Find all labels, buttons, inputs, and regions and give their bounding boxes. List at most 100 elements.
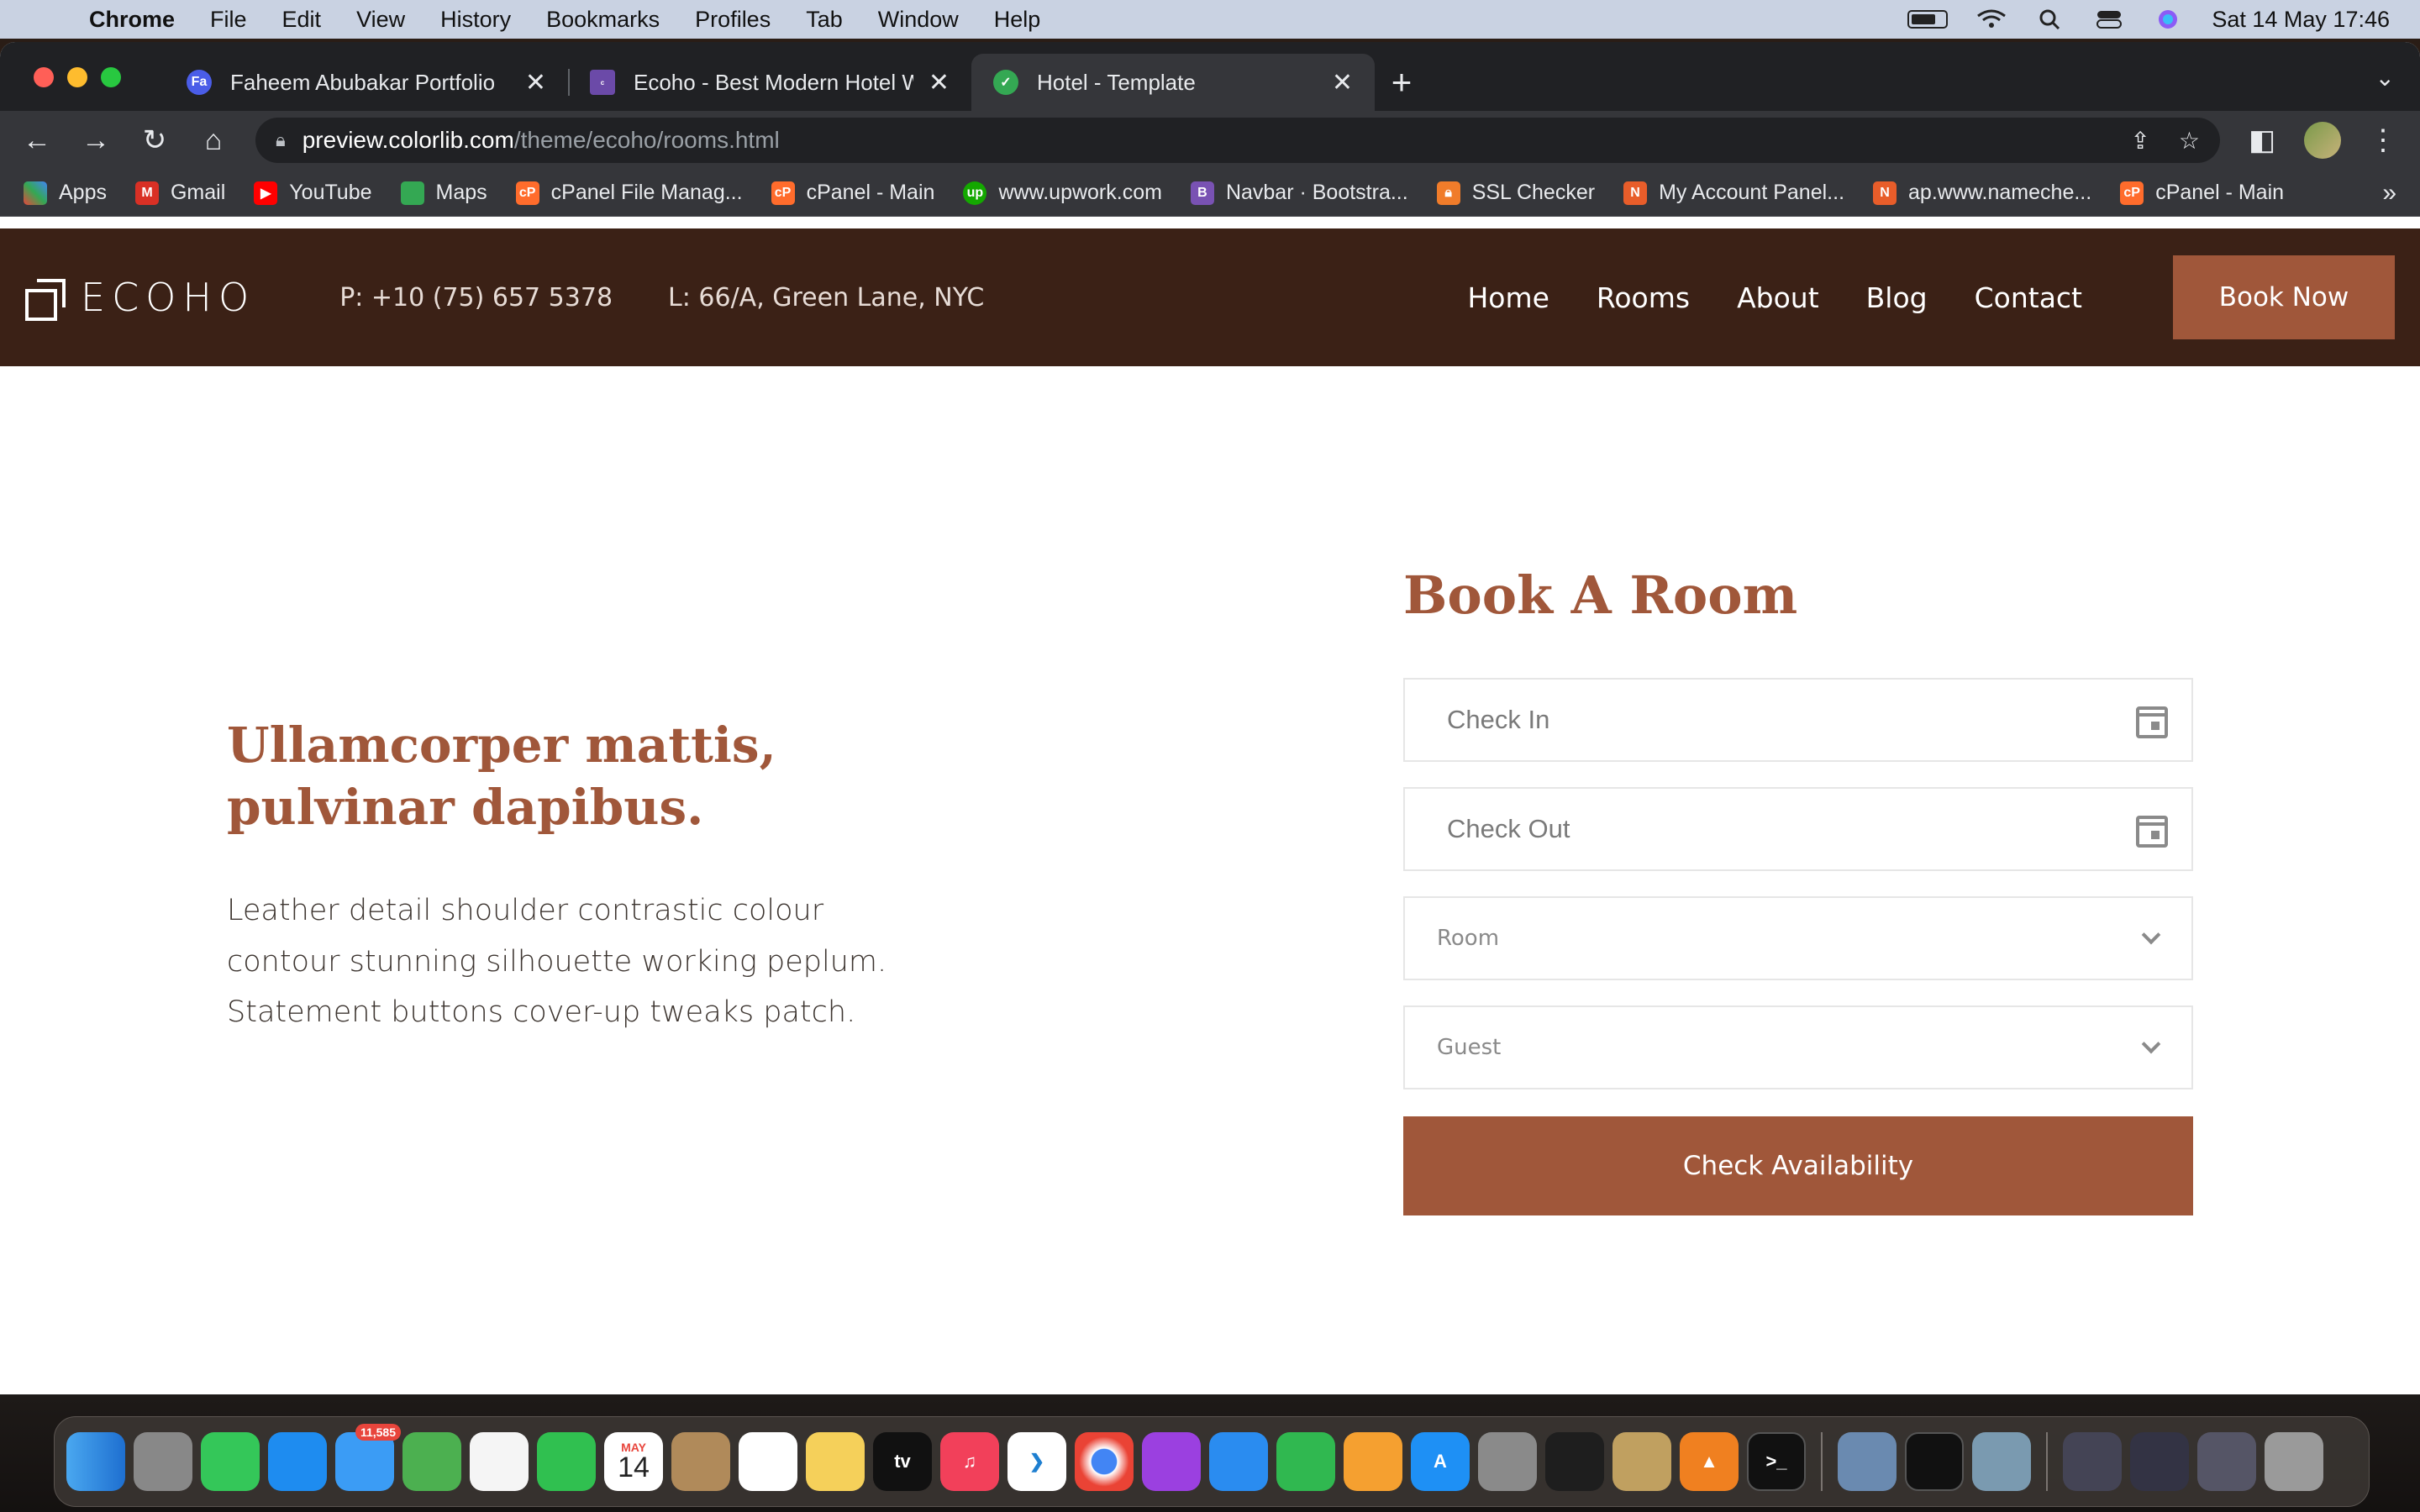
reload-button[interactable]: ↻: [138, 123, 171, 157]
terminal-icon[interactable]: >_: [1747, 1432, 1806, 1491]
reminders-icon[interactable]: [739, 1432, 797, 1491]
safari-icon[interactable]: [268, 1432, 327, 1491]
numbers-icon[interactable]: [1276, 1432, 1335, 1491]
forward-button[interactable]: →: [79, 123, 113, 157]
vlc-icon[interactable]: ▲: [1680, 1432, 1739, 1491]
lock-icon[interactable]: 🔒︎: [276, 129, 286, 151]
bookmark-namecheap[interactable]: Nap.www.nameche...: [1873, 181, 2091, 205]
close-window-button[interactable]: [34, 67, 54, 87]
trash-icon[interactable]: [2265, 1432, 2323, 1491]
wifi-icon[interactable]: [1976, 9, 2007, 29]
menu-profiles[interactable]: Profiles: [695, 7, 771, 33]
bookmark-maps[interactable]: Maps: [400, 181, 487, 205]
calendar-icon[interactable]: MAY 14: [604, 1432, 663, 1491]
menu-bookmarks[interactable]: Bookmarks: [546, 7, 660, 33]
bookmark-apps[interactable]: Apps: [24, 181, 107, 205]
keynote-icon[interactable]: [1209, 1432, 1268, 1491]
nav-about[interactable]: About: [1737, 281, 1819, 314]
app-store-icon[interactable]: A: [1411, 1432, 1470, 1491]
minimized-window-icon[interactable]: [2063, 1432, 2122, 1491]
book-now-button[interactable]: Book Now: [2173, 255, 2395, 339]
room-select[interactable]: Room: [1403, 896, 2193, 980]
share-icon[interactable]: ⇪: [2130, 127, 2149, 155]
back-button[interactable]: ←: [20, 123, 54, 157]
nav-home[interactable]: Home: [1467, 281, 1549, 314]
close-tab-icon[interactable]: ✕: [1332, 68, 1353, 97]
address-bar[interactable]: 🔒︎ preview.colorlib.com/theme/ecoho/room…: [255, 118, 2220, 163]
nav-rooms[interactable]: Rooms: [1597, 281, 1690, 314]
tab-ecoho[interactable]: c Ecoho - Best Modern Hotel We ✕: [568, 54, 971, 111]
figma-icon[interactable]: [1545, 1432, 1604, 1491]
bookmark-bootstrap-navbar[interactable]: B Navbar · Bootstra...: [1190, 181, 1408, 205]
check-availability-button[interactable]: Check Availability: [1403, 1116, 2193, 1215]
tab-portfolio[interactable]: Fa Faheem Abubakar Portfolio ✕: [165, 54, 568, 111]
menu-view[interactable]: View: [356, 7, 405, 33]
bookmark-ssl-checker[interactable]: 🔒︎ SSL Checker: [1436, 181, 1595, 205]
menu-history[interactable]: History: [440, 7, 511, 33]
bookmark-star-icon[interactable]: ☆: [2179, 127, 2200, 155]
home-button[interactable]: ⌂: [197, 123, 230, 157]
activity-monitor-icon[interactable]: [1905, 1432, 1964, 1491]
calendar-icon[interactable]: [2136, 816, 2168, 848]
mail-icon[interactable]: 11,585: [335, 1424, 401, 1491]
siri-icon[interactable]: [2153, 9, 2183, 29]
facetime-icon[interactable]: [537, 1432, 596, 1491]
minimized-window-icon[interactable]: [2197, 1432, 2256, 1491]
new-tab-button[interactable]: +: [1375, 54, 1428, 111]
music-icon[interactable]: ♫: [940, 1432, 999, 1491]
contacts-icon[interactable]: [671, 1432, 730, 1491]
menu-window[interactable]: Window: [878, 7, 959, 33]
pages-icon[interactable]: [1344, 1432, 1402, 1491]
spotlight-search-icon[interactable]: [2035, 9, 2065, 29]
archive-utility-icon[interactable]: [1612, 1432, 1671, 1491]
menu-app-name[interactable]: Chrome: [89, 7, 175, 33]
nav-blog[interactable]: Blog: [1866, 281, 1928, 314]
menu-help[interactable]: Help: [994, 7, 1041, 33]
nav-contact[interactable]: Contact: [1975, 281, 2082, 314]
menu-file[interactable]: File: [210, 7, 247, 33]
bookmark-cpanel-main[interactable]: cP cPanel - Main: [771, 181, 934, 205]
chrome-menu-icon[interactable]: ⋮: [2366, 123, 2400, 157]
calendar-icon[interactable]: [2136, 706, 2168, 738]
menu-bar-clock[interactable]: Sat 14 May 17:46: [2212, 7, 2390, 33]
tab-search-chevron-icon[interactable]: ⌄: [2375, 64, 2395, 92]
chrome-icon[interactable]: [1075, 1432, 1134, 1491]
profile-avatar[interactable]: [2304, 122, 2341, 159]
close-tab-icon[interactable]: ✕: [525, 68, 546, 97]
preview-icon[interactable]: [1838, 1432, 1897, 1491]
maps-icon[interactable]: [402, 1432, 461, 1491]
header-phone: P: +10 (75) 657 5378: [339, 282, 613, 312]
photos-icon[interactable]: [470, 1432, 529, 1491]
menu-edit[interactable]: Edit: [282, 7, 322, 33]
menu-tab[interactable]: Tab: [806, 7, 843, 33]
minimize-window-button[interactable]: [67, 67, 87, 87]
bookmark-cpanel-file-manager[interactable]: cP cPanel File Manag...: [515, 181, 743, 205]
bookmark-cpanel-main-2[interactable]: cP cPanel - Main: [2120, 181, 2284, 205]
finder-icon[interactable]: [66, 1432, 125, 1491]
apple-tv-icon[interactable]: tv: [873, 1432, 932, 1491]
bookmark-my-account-panel[interactable]: N My Account Panel...: [1623, 181, 1844, 205]
system-preferences-icon[interactable]: [1478, 1432, 1537, 1491]
bookmark-upwork[interactable]: up www.upwork.com: [963, 181, 1162, 205]
messages-icon[interactable]: [201, 1432, 260, 1491]
vscode-icon[interactable]: ❯: [1007, 1432, 1066, 1491]
side-panel-icon[interactable]: ◧: [2245, 123, 2279, 157]
control-center-icon[interactable]: [2094, 9, 2124, 29]
bookmarks-overflow-icon[interactable]: »: [2382, 179, 2396, 207]
zoom-window-button[interactable]: [101, 67, 121, 87]
battery-icon[interactable]: [1907, 10, 1949, 29]
close-tab-icon[interactable]: ✕: [929, 68, 950, 97]
tab-hotel-template[interactable]: ✓ Hotel - Template ✕: [971, 54, 1375, 111]
minimized-window-icon[interactable]: [2130, 1432, 2189, 1491]
bookmark-gmail[interactable]: M Gmail: [134, 181, 225, 205]
bookmark-youtube[interactable]: ▶ YouTube: [254, 181, 372, 205]
site-logo[interactable]: ECOHO: [25, 275, 255, 321]
guest-select[interactable]: Guest: [1403, 1005, 2193, 1089]
podcasts-icon[interactable]: [1142, 1432, 1201, 1491]
launchpad-icon[interactable]: [134, 1432, 192, 1491]
check-out-input[interactable]: Check Out: [1403, 787, 2193, 871]
check-out-placeholder: Check Out: [1447, 814, 1570, 843]
notes-icon[interactable]: [806, 1432, 865, 1491]
check-in-input[interactable]: Check In: [1403, 678, 2193, 762]
quicktime-icon[interactable]: [1972, 1432, 2031, 1491]
